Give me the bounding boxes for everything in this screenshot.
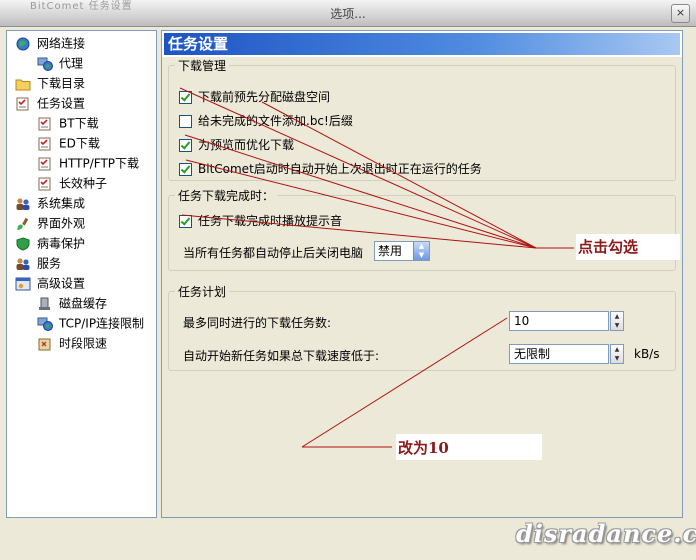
change-note-line-1 (301, 317, 508, 448)
check-note-line-1 (179, 87, 537, 249)
check-note-lines (179, 87, 574, 249)
change-note-lines (301, 317, 508, 448)
check-note-line-3 (184, 134, 537, 249)
annotation-lines (179, 87, 574, 448)
check-note-line-4 (185, 159, 537, 249)
watermark-logo: disradance.cn (516, 519, 696, 548)
change-note: 改为10 (398, 439, 449, 457)
check-note: 点击勾选 (578, 238, 639, 256)
